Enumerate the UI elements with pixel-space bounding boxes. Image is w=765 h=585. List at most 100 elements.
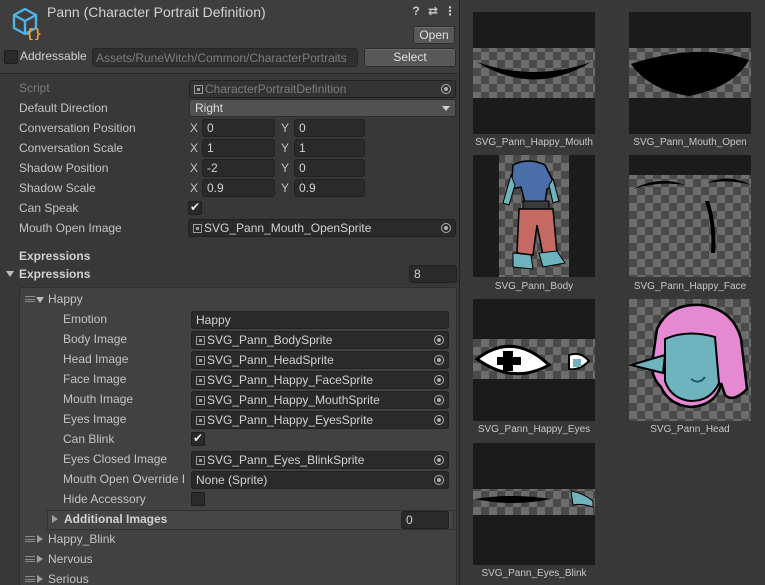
foldout-expanded-icon[interactable] xyxy=(36,297,44,303)
expressions-section-header: Expressions xyxy=(19,249,91,263)
foldout-expanded-icon[interactable] xyxy=(6,271,14,277)
drag-handle-icon[interactable] xyxy=(25,576,35,582)
axis-y-label[interactable]: Y xyxy=(281,121,289,135)
sprite-icon xyxy=(196,456,205,465)
mouth-open-override-field[interactable]: None (Sprite) xyxy=(191,471,449,489)
object-picker-icon[interactable] xyxy=(434,415,444,425)
drag-handle-icon[interactable] xyxy=(25,536,35,542)
axis-y-label[interactable]: Y xyxy=(281,161,289,175)
addressable-path-field[interactable]: Assets/RuneWitch/Common/CharacterPortrai… xyxy=(92,48,358,67)
more-options-icon[interactable]: ⋮ xyxy=(444,4,456,18)
axis-x-label[interactable]: X xyxy=(190,121,198,135)
eyes-closed-image-label: Eyes Closed Image xyxy=(63,452,168,466)
asset-preview-panel: SVG_Pann_Happy_Mouth SVG_Pann_Mouth_Open… xyxy=(461,0,765,585)
foldout-collapsed-icon[interactable] xyxy=(52,515,58,523)
script-value: CharacterPortraitDefinition xyxy=(205,82,347,96)
thumbnail-label: SVG_Pann_Mouth_Open xyxy=(633,137,747,148)
happy-face-sprite xyxy=(633,178,751,253)
expression-item-label[interactable]: Serious xyxy=(48,572,89,585)
sprite-icon xyxy=(196,376,205,385)
thumbnail-happy-face[interactable] xyxy=(629,155,751,277)
default-direction-dropdown[interactable]: Right xyxy=(189,99,456,117)
face-image-label: Face Image xyxy=(63,372,127,386)
mouth-open-image-field[interactable]: SVG_Pann_Mouth_OpenSprite xyxy=(188,219,456,237)
foldout-collapsed-icon[interactable] xyxy=(37,535,43,543)
object-picker-icon[interactable] xyxy=(434,455,444,465)
scriptable-object-icon: {} xyxy=(12,7,42,40)
conversation-position-x[interactable]: 0 xyxy=(202,119,275,137)
eyes-closed-image-field[interactable]: SVG_Pann_Eyes_BlinkSprite xyxy=(191,451,449,469)
mouth-image-label: Mouth Image xyxy=(63,392,134,406)
inspector-header: {} Pann (Character Portrait Definition) … xyxy=(0,0,459,74)
inspector-title: Pann (Character Portrait Definition) xyxy=(47,4,266,20)
expression-item-label[interactable]: Happy_Blink xyxy=(48,532,115,546)
hide-accessory-checkbox[interactable] xyxy=(191,492,205,506)
hide-accessory-label: Hide Accessory xyxy=(63,492,146,506)
help-icon[interactable]: ? xyxy=(410,4,422,18)
object-picker-icon[interactable] xyxy=(434,335,444,345)
thumbnail-happy-mouth[interactable] xyxy=(473,12,595,134)
happy-eyes-sprite xyxy=(474,345,591,376)
object-picker-icon[interactable] xyxy=(434,395,444,405)
axis-x-label[interactable]: X xyxy=(190,141,198,155)
eyes-image-field[interactable]: SVG_Pann_Happy_EyesSprite xyxy=(191,411,449,429)
additional-images-count-field[interactable]: 0 xyxy=(401,511,449,529)
object-picker-icon[interactable] xyxy=(434,475,444,485)
conversation-position-y[interactable]: 0 xyxy=(294,119,365,137)
additional-images-label[interactable]: Additional Images xyxy=(64,512,167,526)
thumbnail-mouth-open[interactable] xyxy=(629,12,751,134)
drag-handle-icon[interactable] xyxy=(25,556,35,562)
body-image-field[interactable]: SVG_Pann_BodySprite xyxy=(191,331,449,349)
foldout-collapsed-icon[interactable] xyxy=(37,555,43,563)
expressions-count-field[interactable]: 8 xyxy=(409,265,457,283)
mouth-image-value: SVG_Pann_Happy_MouthSprite xyxy=(207,393,380,407)
default-direction-label: Default Direction xyxy=(19,101,108,115)
sprite-icon xyxy=(196,396,205,405)
emotion-label: Emotion xyxy=(63,312,108,326)
eyes-closed-image-value: SVG_Pann_Eyes_BlinkSprite xyxy=(207,453,365,467)
axis-y-label[interactable]: Y xyxy=(281,181,289,195)
addressable-label: Addressable xyxy=(20,49,87,63)
sprite-icon xyxy=(196,356,205,365)
chevron-down-icon xyxy=(442,106,450,111)
addressable-checkbox[interactable] xyxy=(4,50,18,64)
shadow-scale-y[interactable]: 0.9 xyxy=(294,179,365,197)
axis-x-label[interactable]: X xyxy=(190,181,198,195)
preset-icon[interactable]: ⇄ xyxy=(427,4,439,18)
conversation-scale-y[interactable]: 1 xyxy=(294,139,365,157)
emotion-field[interactable]: Happy xyxy=(191,311,449,329)
select-button[interactable]: Select xyxy=(364,48,456,67)
expressions-list-label[interactable]: Expressions xyxy=(19,267,90,281)
can-blink-checkbox[interactable] xyxy=(191,431,205,446)
face-image-field[interactable]: SVG_Pann_Happy_FaceSprite xyxy=(191,371,449,389)
open-button[interactable]: Open xyxy=(413,26,455,44)
object-picker-icon[interactable] xyxy=(434,355,444,365)
axis-y-label[interactable]: Y xyxy=(281,141,289,155)
shadow-position-y[interactable]: 0 xyxy=(294,159,365,177)
axis-x-label[interactable]: X xyxy=(190,161,198,175)
expression-item-label[interactable]: Nervous xyxy=(48,552,93,566)
mouth-image-field[interactable]: SVG_Pann_Happy_MouthSprite xyxy=(191,391,449,409)
shadow-scale-x[interactable]: 0.9 xyxy=(202,179,275,197)
foldout-collapsed-icon[interactable] xyxy=(37,575,43,583)
can-speak-checkbox[interactable] xyxy=(188,200,202,215)
thumbnail-label: SVG_Pann_Happy_Mouth xyxy=(475,137,593,148)
head-image-field[interactable]: SVG_Pann_HeadSprite xyxy=(191,351,449,369)
drag-handle-icon[interactable] xyxy=(25,296,35,302)
header-icons: ? ⇄ ⋮ xyxy=(410,4,456,18)
script-label: Script xyxy=(19,81,50,95)
expression-happy-header[interactable]: Happy xyxy=(48,292,83,306)
script-field: CharacterPortraitDefinition xyxy=(189,80,456,98)
thumbnail-body[interactable] xyxy=(473,155,595,277)
thumbnail-head[interactable] xyxy=(629,299,751,421)
thumbnail-happy-eyes[interactable] xyxy=(473,299,595,421)
shadow-position-x[interactable]: -2 xyxy=(202,159,275,177)
thumbnail-eyes-blink[interactable] xyxy=(473,443,595,565)
conversation-scale-x[interactable]: 1 xyxy=(202,139,275,157)
object-picker-icon[interactable] xyxy=(434,375,444,385)
object-picker-icon[interactable] xyxy=(441,223,451,233)
thumbnail-label: SVG_Pann_Body xyxy=(494,281,574,292)
thumbnail-label: SVG_Pann_Eyes_Blink xyxy=(481,568,587,579)
shadow-scale-label: Shadow Scale xyxy=(19,181,96,195)
thumbnail-label: SVG_Pann_Happy_Eyes xyxy=(477,424,591,435)
